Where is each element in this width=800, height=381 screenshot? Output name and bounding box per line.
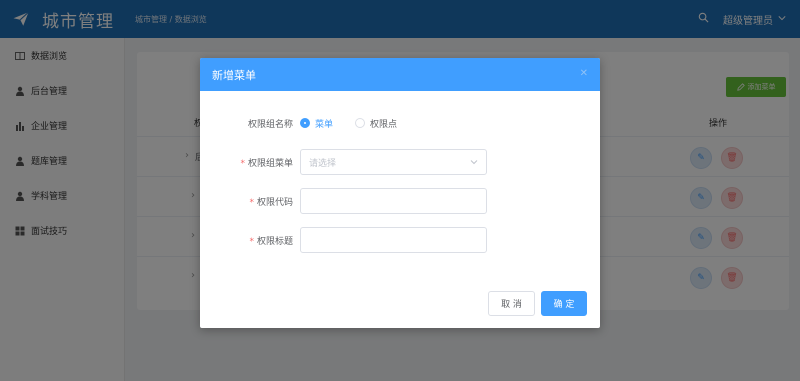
menu-select[interactable]: 请选择 — [300, 149, 487, 175]
cancel-button[interactable]: 取 消 — [488, 291, 535, 316]
dialog-title: 新增菜单 — [212, 68, 256, 82]
form-row-code: * 权限代码 — [200, 188, 600, 214]
required-mark: * — [240, 158, 245, 169]
title-input[interactable] — [300, 227, 487, 253]
required-mark: * — [249, 197, 254, 208]
radio-checked-icon — [300, 118, 310, 128]
radio-menu[interactable]: 菜单 — [300, 117, 333, 130]
code-label: * 权限代码 — [249, 195, 293, 208]
menu-label: * 权限组菜单 — [240, 156, 293, 169]
required-mark: * — [249, 236, 254, 247]
menu-select-placeholder: 请选择 — [309, 158, 337, 169]
radio-permission-label: 权限点 — [370, 119, 398, 130]
radio-menu-label: 菜单 — [315, 119, 334, 130]
code-input[interactable] — [300, 188, 487, 214]
menu-label-text: 权限组菜单 — [247, 158, 293, 169]
radio-unchecked-icon — [355, 118, 366, 128]
title-label: * 权限标题 — [249, 234, 293, 247]
form-row-menu: * 权限组菜单 请选择 — [200, 149, 600, 175]
form-row-type: 权限组名称 菜单 权限点 — [200, 110, 600, 136]
code-label-text: 权限代码 — [256, 197, 293, 208]
type-label: 权限组名称 — [247, 119, 293, 130]
dialog-header: 新增菜单 ✕ — [200, 58, 600, 91]
title-label-text: 权限标题 — [256, 236, 293, 247]
add-menu-dialog: 新增菜单 ✕ 权限组名称 菜单 权限点 * 权限组菜单 请选择 * 权限代码 * 权限… — [200, 58, 600, 328]
radio-permission-point[interactable]: 权限点 — [355, 117, 397, 130]
form-row-title: * 权限标题 — [200, 227, 600, 253]
close-icon[interactable]: ✕ — [580, 68, 588, 79]
confirm-button[interactable]: 确 定 — [541, 291, 587, 316]
chevron-down-icon — [470, 160, 478, 165]
type-radio-group: 菜单 权限点 — [300, 117, 419, 130]
